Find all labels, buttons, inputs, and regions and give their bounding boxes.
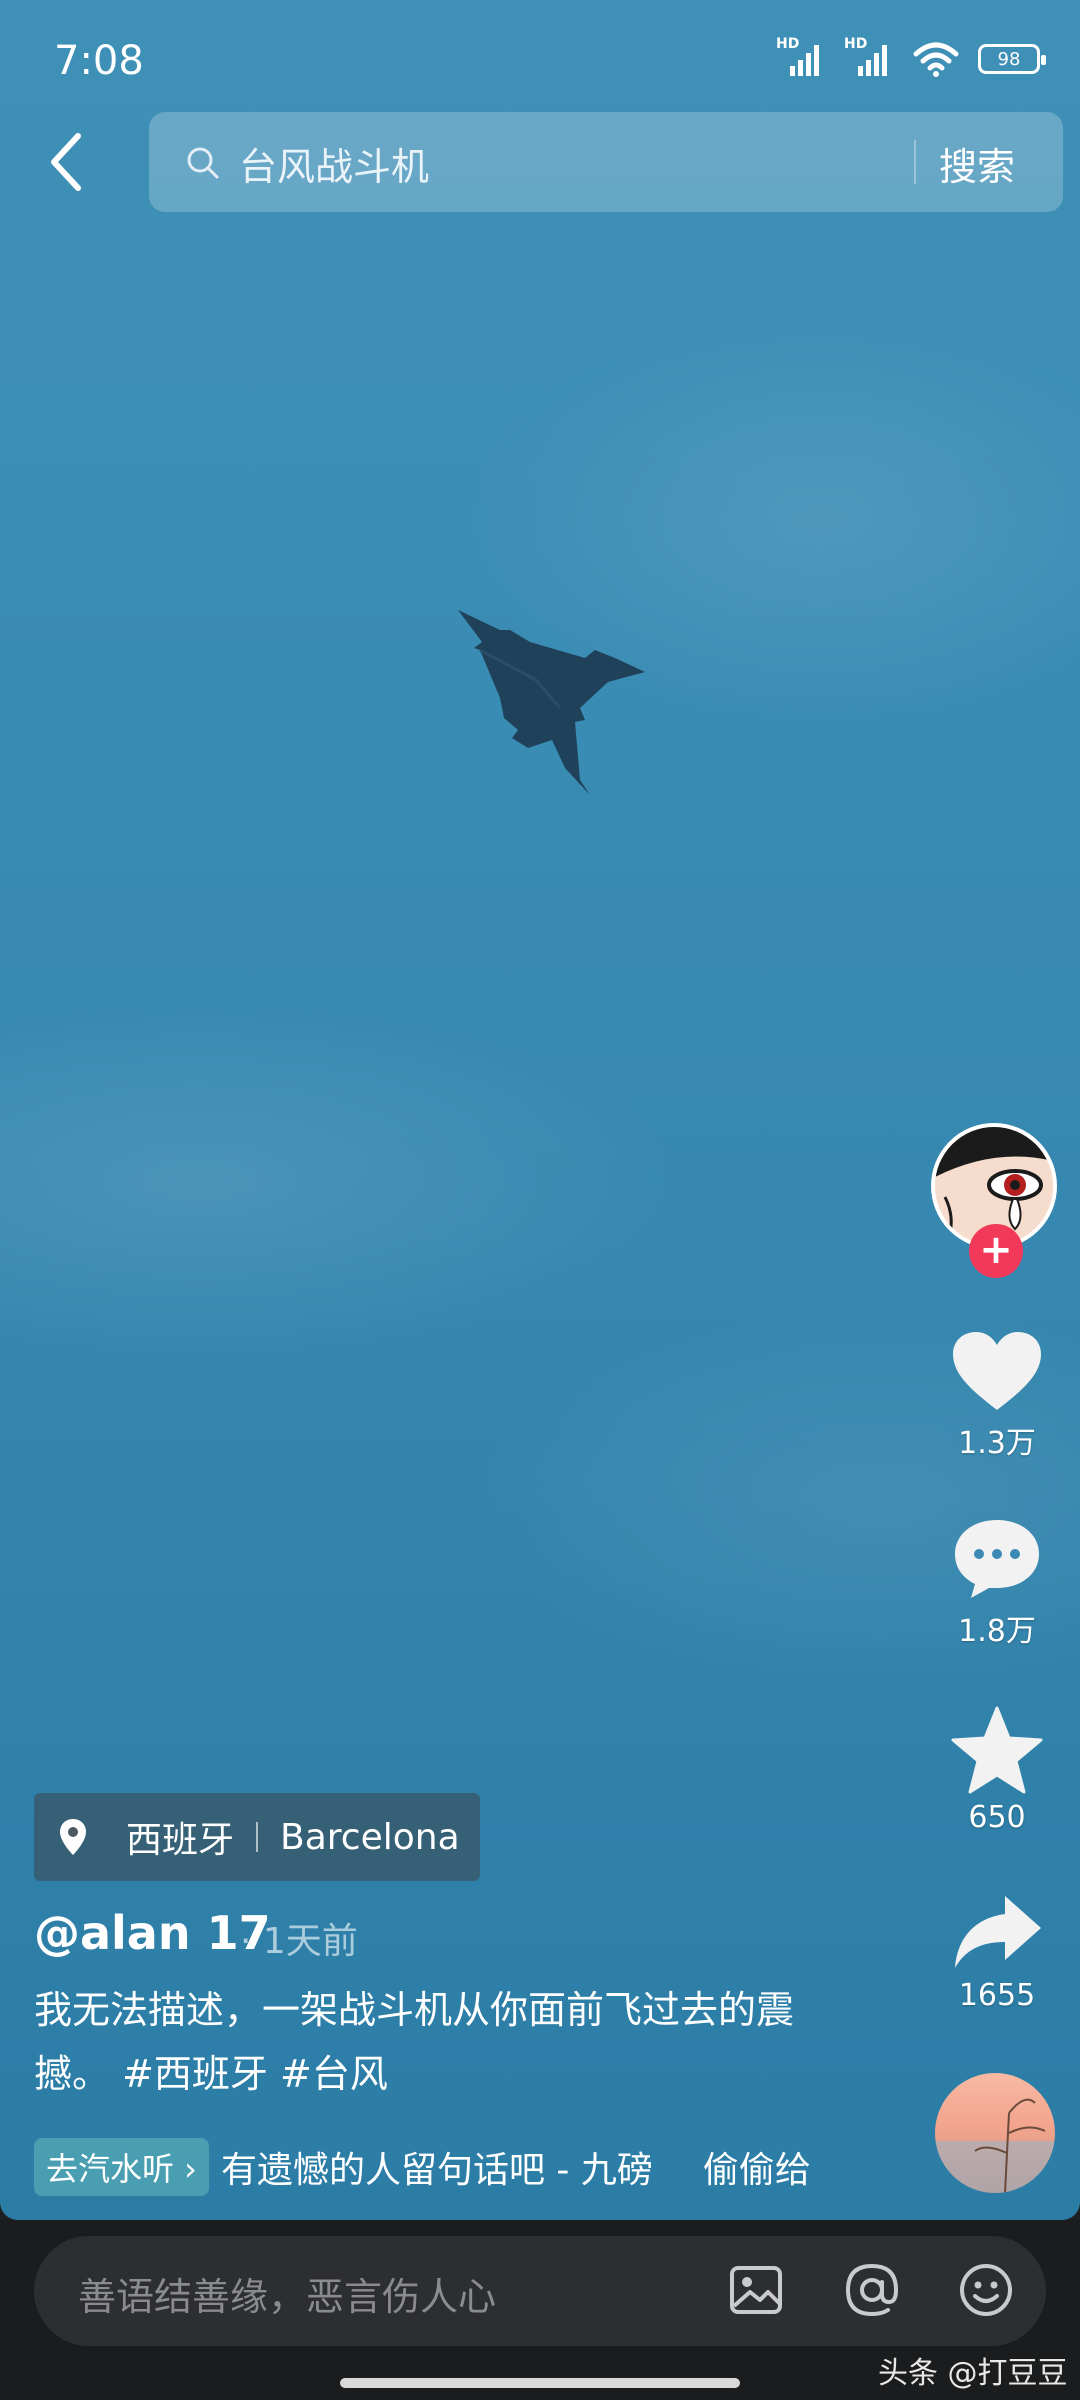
heart-icon [953,1332,1041,1410]
status-bar: 7:08 HD HD 98 [0,0,1080,120]
search-bar[interactable]: 台风战斗机 搜索 [149,112,1063,212]
search-input[interactable]: 台风战斗机 [239,136,429,191]
comment-count: 1.8万 [958,1614,1036,1649]
share-button[interactable]: 1655 [927,1892,1067,2013]
author-name[interactable]: @alan 17 [34,1906,271,1960]
back-icon [51,133,81,191]
music-app-tag[interactable]: 去汽水听 › [34,2138,209,2196]
hd-label: HD [776,36,800,52]
favorite-button[interactable]: 650 [927,1706,1067,1835]
share-count: 1655 [958,1978,1036,2013]
at-icon[interactable] [842,2260,902,2320]
location-country: 西班牙 [126,1820,235,1861]
favorite-count: 650 [968,1800,1026,1835]
like-count: 1.3万 [958,1426,1036,1461]
location-pin-icon [60,1819,86,1855]
share-icon [955,1896,1041,1968]
star-icon [951,1706,1043,1794]
search-divider [914,140,916,184]
location-separator [256,1822,259,1852]
follow-button[interactable]: + [969,1224,1023,1278]
video-player[interactable] [0,0,1080,2220]
location-city: Barcelona [280,1816,460,1858]
status-icons: HD HD 98 [776,36,1046,78]
signal-icon: HD [844,36,894,78]
home-indicator[interactable] [340,2378,740,2388]
music-extra: 偷偷给 [702,2150,811,2191]
music-disc[interactable] [935,2073,1055,2193]
watermark: 头条 @打豆豆 [878,2356,1068,2391]
music-row[interactable]: 去汽水听 › 有遗憾的人留句话吧 - 九磅 偷偷给 [34,2138,811,2196]
status-time: 7:08 [54,38,144,84]
comment-icon [955,1520,1039,1598]
signal-icon: HD [776,36,826,78]
search-icon [187,147,219,179]
back-button[interactable] [40,128,100,196]
wifi-icon [913,42,959,77]
like-button[interactable]: 1.3万 [927,1330,1067,1462]
location-tag[interactable]: 西班牙 Barcelona [34,1793,480,1881]
post-caption: 我无法描述，一架战斗机从你面前飞过去的震撼。 #西班牙 #台风 [34,1988,795,2096]
bottom-bar: 善语结善缘，恶言伤人心 头条 @打豆豆 [0,2220,1080,2400]
hd-label: HD [844,36,868,52]
music-title: 有遗憾的人留句话吧 - 九磅 [220,2150,653,2191]
emoji-icon[interactable] [956,2260,1016,2320]
image-icon[interactable] [726,2260,786,2320]
fighter-jet-image [458,610,645,795]
comment-button[interactable]: 1.8万 [927,1516,1067,1650]
comment-placeholder: 善语结善缘，恶言伤人心 [78,2275,497,2319]
post-time: · 1天前 [240,1921,358,1962]
comment-input[interactable]: 善语结善缘，恶言伤人心 [34,2236,1046,2346]
battery-indicator: 98 [978,44,1046,74]
search-button[interactable]: 搜索 [939,136,1015,191]
